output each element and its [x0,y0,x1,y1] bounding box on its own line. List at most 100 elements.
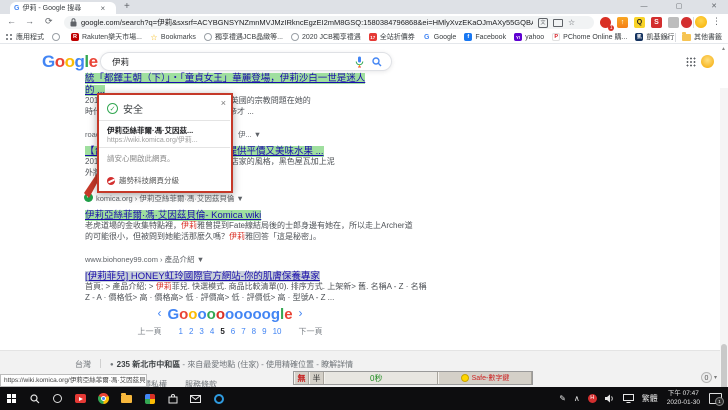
scroll-up-icon[interactable]: ▲ [721,46,726,52]
notification-badge: 1 [715,397,724,406]
rakuten-icon: R [71,33,79,41]
pagination-letter[interactable]: o [197,306,206,323]
bookmark-coupon[interactable]: 17 全站折價券 [368,32,415,42]
maximize-button[interactable]: ▢ [667,0,691,14]
reload-icon[interactable]: ⟳ [45,16,53,27]
blue-app-button[interactable] [207,387,230,410]
account-avatar[interactable] [701,55,714,68]
page-number[interactable]: 6 [231,327,235,336]
popup-status: ✓ 安全 [107,101,143,116]
extension-s-icon[interactable]: S [651,17,662,28]
result-breadcrumb[interactable]: komica.org › 伊莉亞絲菲爾·馮·艾因茲貝倫 ▼ [96,193,244,204]
yahoo-icon: Y! [514,33,523,41]
bookmark-google[interactable]: G Google [423,33,456,41]
mail-taskbar-button[interactable] [184,387,207,410]
new-tab-button[interactable]: + [124,1,130,12]
taskbar-clock[interactable]: 下午 07:47 2020-01-30 [667,390,700,408]
page-number[interactable]: 3 [199,327,203,336]
bookmark-jcb1[interactable]: 獨享禮遇JCB晶緻等... [203,32,283,42]
file-explorer-button[interactable] [115,387,138,410]
bookmark-pchome[interactable]: P PChome Online 購... [552,32,627,42]
chrome-taskbar-button[interactable] [92,387,115,410]
action-center-button[interactable]: 1 [709,393,724,406]
ime-language-indicator[interactable]: 繁體 [642,393,658,404]
google-apps-grid-icon[interactable] [686,57,696,67]
page-number[interactable]: 7 [241,327,245,336]
send-to-devices-icon[interactable] [553,18,563,27]
tab-close-icon[interactable]: × [100,4,105,13]
start-button[interactable] [0,387,23,410]
ime-shape-cell[interactable]: 半 [309,372,324,384]
prev-page-link[interactable]: 上一頁 [138,327,162,336]
caret-down-icon[interactable]: ▾ [714,374,717,381]
extension-uploader-icon[interactable]: ↑ [617,17,628,28]
pen-tray-icon[interactable]: ✎ [559,394,566,403]
page-number[interactable]: 2 [189,327,193,336]
minimize-button[interactable]: — [632,0,656,14]
browser-tab[interactable]: G 伊莉 - Google 搜尋 × [10,2,116,14]
next-page-link[interactable]: 下一頁 [298,327,322,336]
pagination-letter[interactable]: o [225,306,234,323]
page-number[interactable]: 4 [210,327,214,336]
ime-lesson-cell[interactable]: Safe-數字鍵 [438,372,532,384]
hidden-icons-chevron[interactable]: ∧ [574,394,580,403]
photos-taskbar-button[interactable] [138,387,161,410]
close-window-button[interactable]: ✕ [702,0,726,14]
next-page-chevron[interactable]: › [299,306,303,320]
extension-shopback-icon[interactable]: 1 [600,17,614,31]
volume-tray-icon[interactable] [604,394,615,403]
result-breadcrumb[interactable]: www.biohoney99.com › 產品介紹 ▼ [85,254,204,265]
bookmark-facebook[interactable]: f Facebook [464,33,506,41]
pagination-letter[interactable]: o [243,306,252,323]
other-bookmarks[interactable]: 其他書籤 [694,32,722,42]
popup-close-icon[interactable]: × [221,98,226,108]
profile-avatar[interactable] [695,16,707,28]
pagination-letter[interactable]: o [262,306,271,323]
prev-page-chevron[interactable]: ‹ [157,306,161,320]
translate-icon[interactable]: 文 [538,17,548,28]
forward-icon[interactable]: → [25,16,34,26]
bookmark-label: 獨享禮遇JCB晶緻等... [214,34,283,41]
pagination-letter[interactable]: o [253,306,262,323]
extension-q-icon[interactable]: Q [634,17,645,28]
cortana-button[interactable] [46,387,69,410]
pagination-letter[interactable]: o [207,306,216,323]
footer-location-detail[interactable]: - 來自最愛地點 (住家) - 使用精確位置 - 瞭解詳情 [180,360,353,369]
ime-mode-cell[interactable]: 無 [294,372,309,384]
taskbar-search-button[interactable] [23,387,46,410]
bookmark-rakuten[interactable]: R Rakuten樂天市場... [71,32,142,42]
bookmark-star-icon[interactable]: ☆ [568,18,575,27]
address-bar[interactable]: google.com/search?q=伊莉&sxsrf=ACYBGNSYNZm… [64,16,594,29]
apps-shortcut[interactable]: 應用程式 [5,32,44,42]
pagination-letter[interactable]: o [179,306,188,323]
extension-trendmicro-icon[interactable] [681,17,692,28]
bookmark-bookmarks[interactable]: ☆ Bookmarks [150,33,196,42]
bookmark-yahoo[interactable]: Y! yahoo [514,33,544,41]
ime-status-bar[interactable]: 無 半 0秒 Safe-數字鍵 [293,371,533,385]
kgi-bank-icon: 凱 [635,33,644,41]
store-taskbar-button[interactable] [161,387,184,410]
counter-widget[interactable]: 0 ▾ [701,372,717,383]
bookmark-jcb2[interactable]: 2020 JCB獨享禮遇 [291,32,361,42]
logo-letter: o [64,52,75,71]
search-icon[interactable] [372,56,382,67]
page-number[interactable]: 8 [252,327,256,336]
browser-menu-icon[interactable]: ⋮ [712,16,721,27]
network-tray-icon[interactable] [622,394,634,403]
back-icon[interactable]: ← [7,16,16,26]
result-title[interactable]: 統「都鐸王朝（下）」・「童貞女王」華麗登場，伊莉沙白一世是迷人 [85,68,366,86]
page-number[interactable]: 9 [262,327,266,336]
page-number-current: 5 [220,327,225,336]
extension-gray-icon[interactable] [668,17,679,28]
hinet-tray-icon[interactable]: H [587,394,597,403]
mic-icon[interactable] [355,56,364,68]
bookmark-globe[interactable] [52,33,63,41]
pagination-letter[interactable]: o [234,306,243,323]
windows-icon [7,394,16,403]
page-number[interactable]: 10 [273,327,282,336]
page-number[interactable]: 1 [179,327,183,336]
youtube-taskbar-button[interactable] [69,387,92,410]
bookmarks-overflow-icon[interactable]: » [665,33,669,42]
result-snippet: 老虎道場的金收集特點裡，伊莉雅曾提到Fate線結局後的士郎身邊有她在，所以走上A… [85,220,413,231]
facebook-icon: f [464,33,473,41]
